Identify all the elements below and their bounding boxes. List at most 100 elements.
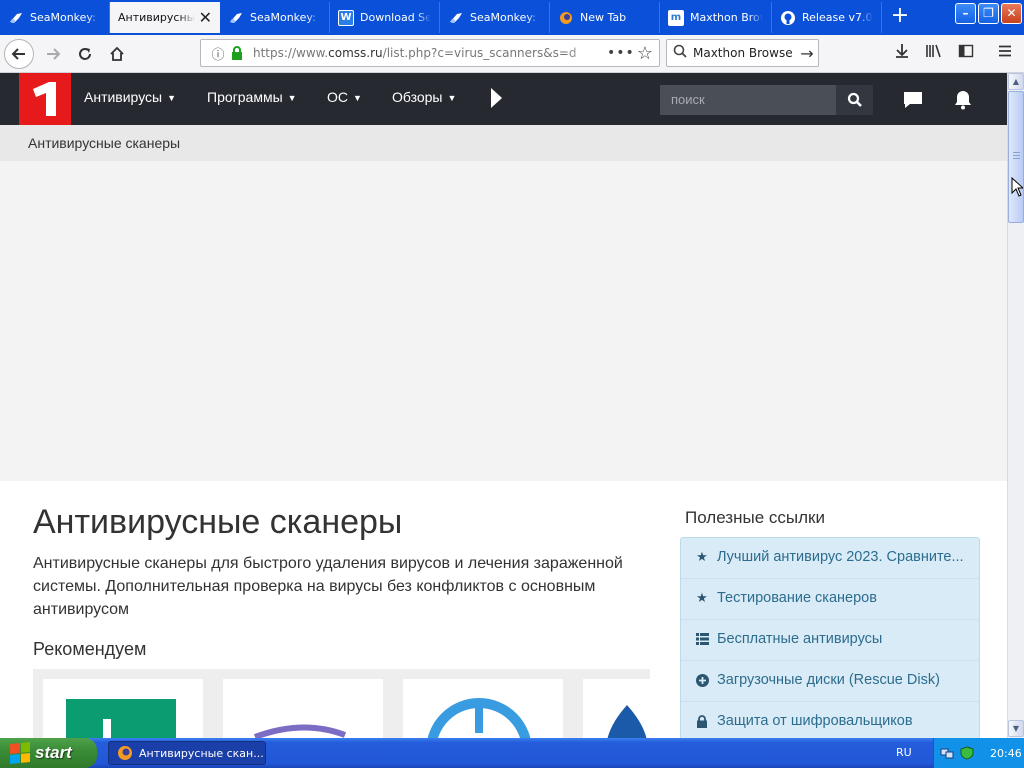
link-label: Тестирование сканеров: [717, 590, 877, 606]
tab-seamonkey-1[interactable]: SeaMonkey: D: [0, 2, 110, 33]
flag-quadrant: [10, 753, 20, 765]
tab-active-comss[interactable]: Антивирусные ✕: [110, 2, 220, 33]
tab-seamonkey-3[interactable]: SeaMonkey: D: [440, 2, 550, 33]
language-indicator[interactable]: RU: [896, 746, 912, 759]
flag-quadrant: [20, 752, 30, 763]
recommend-heading: Рекомендуем: [33, 639, 147, 659]
tab-maxthon[interactable]: m Maxthon Brow: [660, 2, 772, 33]
site-search-button[interactable]: [836, 85, 873, 115]
caret-down-icon: ▼: [353, 93, 362, 103]
github-icon: [780, 10, 796, 26]
tab-seamonkey-2[interactable]: SeaMonkey: S: [220, 2, 330, 33]
page-actions-icon[interactable]: •••: [607, 45, 634, 61]
system-tray: 20:46: [933, 738, 1024, 768]
plus-circle-icon: [695, 673, 709, 687]
mouse-cursor-icon: [1011, 177, 1023, 197]
tab-download[interactable]: W Download Sea: [330, 2, 440, 33]
site-header: Антивирусы ▼ Программы ▼ ОС ▼ Обзоры ▼ поиск: [0, 73, 1007, 125]
back-button[interactable]: [4, 39, 34, 69]
clock[interactable]: 20:46: [990, 747, 1022, 760]
firefox-icon: [118, 746, 132, 760]
sidebar-toggle-icon[interactable]: [955, 43, 977, 65]
tab-label: Антивирусные: [118, 11, 195, 24]
link-scanner-testing[interactable]: ★ Тестирование сканеров: [681, 579, 979, 620]
search-value[interactable]: Maxthon Browse: [693, 46, 796, 60]
scroll-down-arrow-icon[interactable]: ▼: [1008, 720, 1024, 737]
menu-label: ОС: [327, 89, 348, 105]
close-window-button[interactable]: ✕: [1001, 3, 1022, 24]
kaspersky-logo-icon: [66, 699, 176, 738]
menu-more-arrow-icon[interactable]: [491, 88, 502, 108]
menu-programs[interactable]: Программы ▼: [207, 89, 297, 105]
link-label: Защита от шифровальщиков: [717, 713, 913, 729]
reload-button[interactable]: [70, 39, 100, 69]
minimize-button[interactable]: –: [955, 3, 976, 24]
recommend-card-4[interactable]: [583, 679, 650, 738]
search-bar[interactable]: Maxthon Browse →: [666, 39, 819, 67]
search-go-arrow-icon[interactable]: →: [796, 44, 818, 63]
url-host: comss.ru: [328, 46, 383, 60]
recommend-card-3[interactable]: [403, 679, 563, 738]
menu-reviews[interactable]: Обзоры ▼: [392, 89, 456, 105]
library-icon[interactable]: [923, 43, 945, 65]
new-tab-button[interactable]: +: [886, 4, 914, 30]
tab-label: Download Sea: [360, 11, 431, 24]
caret-down-icon: ▼: [287, 93, 297, 103]
downloads-icon[interactable]: [891, 43, 913, 65]
windows-taskbar: start Антивирусные скан... RU 20:46: [0, 738, 1024, 768]
bookmark-star-icon[interactable]: ☆: [631, 43, 659, 64]
back-arrow-icon: [11, 48, 25, 60]
home-icon: [110, 46, 124, 61]
site-logo[interactable]: [19, 73, 71, 125]
tab-github-release[interactable]: Release v7.0.: [772, 2, 882, 33]
seamonkey-icon: [228, 10, 244, 26]
tab-label: Maxthon Brow: [690, 11, 763, 24]
restore-button[interactable]: ❐: [978, 3, 999, 24]
page-description: Антивирусные сканеры для быстрого удален…: [33, 555, 623, 618]
caret-down-icon: ▼: [447, 93, 457, 103]
link-best-antivirus[interactable]: ★ Лучший антивирус 2023. Сравните...: [681, 538, 979, 579]
scroll-thumb[interactable]: [1008, 91, 1024, 223]
menu-hamburger-icon[interactable]: [994, 43, 1016, 65]
firefox-icon: [558, 10, 574, 26]
lock-icon[interactable]: [231, 46, 247, 60]
notifications-bell-icon[interactable]: [951, 89, 975, 111]
link-ransomware-protection[interactable]: Защита от шифровальщиков: [681, 702, 979, 738]
link-free-antivirus[interactable]: Бесплатные антивирусы: [681, 620, 979, 661]
maxthon-icon: m: [668, 9, 684, 26]
w-icon: W: [338, 9, 354, 26]
site-search-input[interactable]: поиск: [660, 85, 836, 115]
tab-new-tab[interactable]: New Tab: [550, 2, 660, 33]
security-shield-icon[interactable]: [960, 746, 974, 760]
tab-label: SeaMonkey: D: [470, 11, 541, 24]
menu-antivirus[interactable]: Антивирусы ▼: [84, 89, 176, 105]
menu-label: Программы: [207, 89, 283, 105]
recommend-card-kaspersky[interactable]: [43, 679, 203, 738]
url-path: /list.php?c=virus_scanners&s=d: [382, 46, 577, 60]
ad-placeholder: [0, 161, 1007, 481]
url-scheme: https://www.: [253, 46, 329, 60]
taskbar-item-firefox[interactable]: Антивирусные скан...: [108, 741, 266, 765]
info-icon[interactable]: ⓘ: [207, 44, 229, 63]
link-label: Загрузочные диски (Rescue Disk): [717, 672, 940, 688]
forward-arrow-icon: [47, 48, 61, 60]
product-logo-icon: [427, 698, 531, 738]
url-bar[interactable]: ⓘ https://www.comss.ru/list.php?c=virus_…: [200, 39, 660, 67]
close-tab-icon[interactable]: ✕: [199, 8, 212, 27]
network-icon[interactable]: [940, 746, 954, 760]
forward-button[interactable]: [38, 39, 68, 69]
search-icon: [847, 92, 862, 107]
start-button[interactable]: start: [0, 738, 97, 768]
comments-icon[interactable]: [901, 89, 925, 111]
breadcrumb[interactable]: Антивирусные сканеры: [28, 135, 180, 151]
menu-os[interactable]: ОС ▼: [327, 89, 362, 105]
link-rescue-disk[interactable]: Загрузочные диски (Rescue Disk): [681, 661, 979, 702]
recommend-card-2[interactable]: [223, 679, 383, 738]
vertical-scrollbar[interactable]: ▲ ▼: [1007, 73, 1024, 738]
url-text[interactable]: https://www.comss.ru/list.php?c=virus_sc…: [253, 46, 607, 60]
home-button[interactable]: [102, 39, 132, 69]
scroll-up-arrow-icon[interactable]: ▲: [1008, 73, 1024, 90]
windows-flag-icon: [10, 741, 30, 765]
star-icon: ★: [696, 549, 708, 564]
menu-label: Обзоры: [392, 89, 443, 105]
